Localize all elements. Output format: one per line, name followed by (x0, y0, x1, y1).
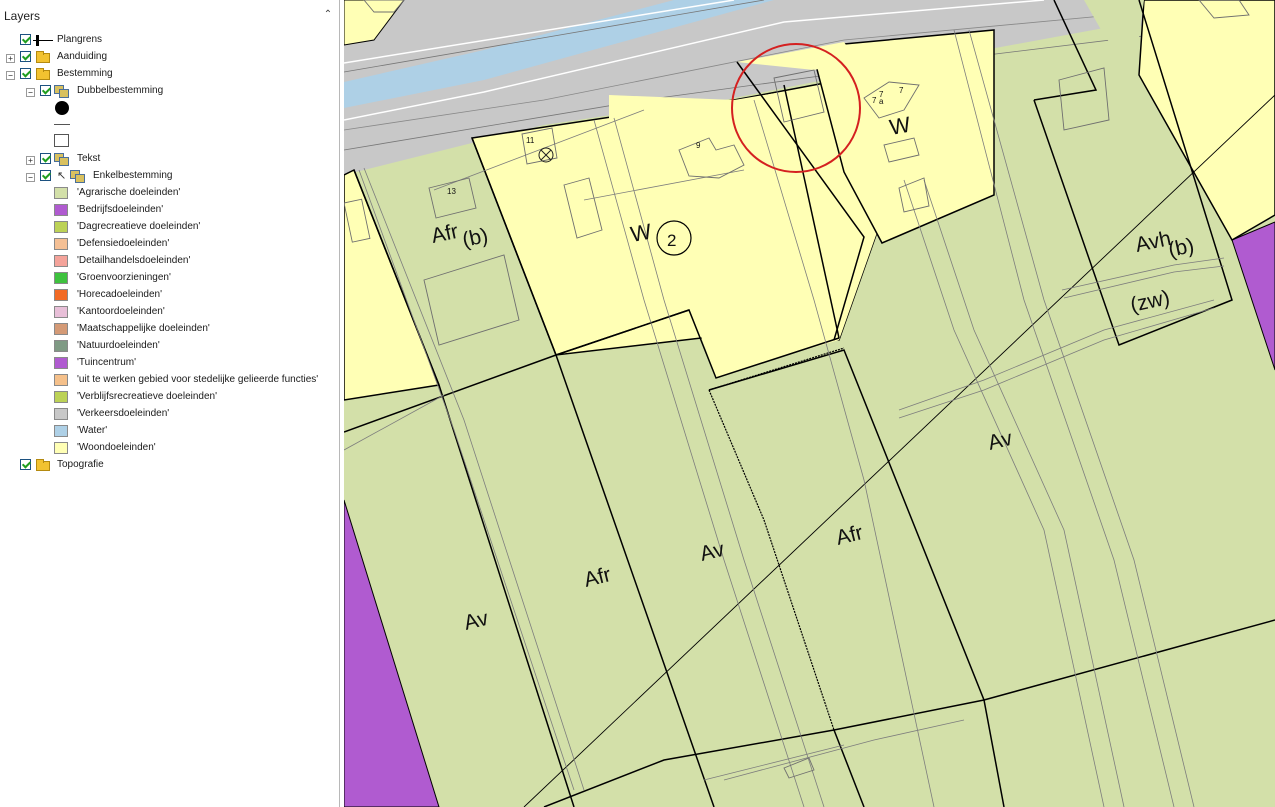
checkbox-aanduiding[interactable] (20, 51, 31, 62)
layer-label-enkelbestemming: Enkelbestemming (93, 170, 173, 181)
legend-item: 'Maatschappelijke doeleinden' (0, 321, 339, 338)
legend-label: 'Dagrecreatieve doeleinden' (77, 221, 201, 232)
panel-header: Layers ⌃ (0, 0, 339, 30)
layer-row-dubbelbestemming[interactable]: − Dubbelbestemming (0, 83, 339, 100)
legend-label: 'Kantoordoeleinden' (77, 306, 165, 317)
legend-swatch (54, 374, 68, 386)
legend-item: 'Tuincentrum' (0, 355, 339, 372)
legend-item: 'Detailhandelsdoeleinden' (0, 253, 339, 270)
legend-swatch (54, 425, 68, 437)
legend-swatch (54, 289, 68, 301)
legend-swatch (54, 221, 68, 233)
checkbox-plangrens[interactable] (20, 34, 31, 45)
legend-label: 'Bedrijfsdoeleinden' (77, 204, 164, 215)
legend-swatch (54, 306, 68, 318)
layers-panel: Layers ⌃ Plangrens + Aanduiding − Bestem… (0, 0, 340, 807)
layer-label-dubbelbestemming: Dubbelbestemming (77, 85, 164, 96)
legend-item: 'Dagrecreatieve doeleinden' (0, 219, 339, 236)
layer-label-bestemming: Bestemming (57, 68, 113, 79)
map-canvas[interactable]: W 2 W Afr (b) Avh (b) (zw) Av Av Av Afr … (344, 0, 1275, 807)
map-view[interactable]: W 2 W Afr (b) Avh (b) (zw) Av Av Av Afr … (344, 0, 1275, 807)
collapse-panel-icon[interactable]: ⌃ (322, 9, 334, 21)
checkbox-bestemming[interactable] (20, 68, 31, 79)
legend-swatch (54, 357, 68, 369)
legend-swatch (54, 323, 68, 335)
layer-row-topografie[interactable]: Topografie (0, 457, 339, 474)
legend-label: 'Defensiedoeleinden' (77, 238, 170, 249)
legend-item: 'Defensiedoeleinden' (0, 236, 339, 253)
layer-row-enkelbestemming[interactable]: − ↖ Enkelbestemming (0, 168, 339, 185)
legend-swatch (54, 238, 68, 250)
label-house-11: 11 (526, 136, 535, 145)
checkbox-enkelbestemming[interactable] (40, 170, 51, 181)
layer-label-tekst: Tekst (77, 153, 101, 164)
legend-symbol-empty-box (54, 134, 69, 147)
legend-label: 'Water' (77, 425, 108, 436)
legend-label: 'uit te werken gebied voor stedelijke ge… (77, 374, 319, 385)
legend-label: 'Maatschappelijke doeleinden' (77, 323, 210, 334)
legend-swatch (54, 272, 68, 284)
panel-title: Layers (4, 9, 41, 23)
layer-row-aanduiding[interactable]: + Aanduiding (0, 49, 339, 66)
selectable-cursor-icon: ↖ (57, 170, 67, 182)
layer-group-icon (54, 153, 69, 166)
legend-swatch (54, 442, 68, 454)
label-house-7a-3: a (879, 97, 884, 106)
layer-row-plangrens[interactable]: Plangrens (0, 32, 339, 49)
layer-group-icon (70, 170, 85, 183)
legend-label: 'Woondoeleinden' (77, 442, 156, 453)
legend-item: 'Agrarische doeleinden' (0, 185, 339, 202)
layer-label-plangrens: Plangrens (57, 34, 103, 45)
legend-item: 'Bedrijfsdoeleinden' (0, 202, 339, 219)
layer-label-aanduiding: Aanduiding (57, 51, 108, 62)
folder-icon (36, 459, 50, 471)
label-house-7a-2: 7 (872, 96, 877, 105)
legend-item: 'Woondoeleinden' (0, 440, 339, 457)
layer-group-icon (54, 85, 69, 98)
expand-icon[interactable]: + (6, 54, 15, 63)
legend-item: 'uit te werken gebied voor stedelijke ge… (0, 372, 339, 389)
checkbox-dubbelbestemming[interactable] (40, 85, 51, 96)
legend-item: 'Verblijfsrecreatieve doeleinden' (0, 389, 339, 406)
legend-label: 'Tuincentrum' (77, 357, 137, 368)
legend-swatch (54, 187, 68, 199)
expand-icon[interactable]: + (26, 156, 35, 165)
checkbox-topografie[interactable] (20, 459, 31, 470)
legend-swatch (54, 204, 68, 216)
checkbox-tekst[interactable] (40, 153, 51, 164)
legend-item: 'Kantoordoeleinden' (0, 304, 339, 321)
line-symbol-icon (33, 34, 53, 47)
legend-swatch (54, 391, 68, 403)
label-house-13: 13 (447, 187, 456, 196)
legend-item: 'Verkeersdoeleinden' (0, 406, 339, 423)
collapse-icon[interactable]: − (6, 71, 15, 80)
collapse-icon[interactable]: − (26, 173, 35, 182)
legend-label: 'Horecadoeleinden' (77, 289, 162, 300)
legend-swatch (54, 340, 68, 352)
layer-label-topografie: Topografie (57, 459, 104, 470)
label-circle-2: 2 (667, 231, 676, 250)
folder-icon (36, 68, 50, 80)
legend-label: 'Natuurdoeleinden' (77, 340, 160, 351)
layer-row-bestemming[interactable]: − Bestemming (0, 66, 339, 83)
legend-item: 'Water' (0, 423, 339, 440)
layer-row-tekst[interactable]: + Tekst (0, 151, 339, 168)
legend-item: 'Natuurdoeleinden' (0, 338, 339, 355)
label-house-7: 7 (899, 86, 904, 95)
legend-item: 'Horecadoeleinden' (0, 287, 339, 304)
legend-label: 'Groenvoorzieningen' (77, 272, 171, 283)
label-house-9: 9 (696, 141, 701, 150)
legend-symbol-filled-circle (55, 101, 69, 115)
legend-item: 'Groenvoorzieningen' (0, 270, 339, 287)
legend-swatch (54, 408, 68, 420)
legend-swatch (54, 255, 68, 267)
legend-label: 'Agrarische doeleinden' (77, 187, 181, 198)
folder-icon (36, 51, 50, 63)
legend-symbol-line (54, 124, 70, 125)
legend-label: 'Verblijfsrecreatieve doeleinden' (77, 391, 218, 402)
collapse-icon[interactable]: − (26, 88, 35, 97)
legend-label: 'Verkeersdoeleinden' (77, 408, 170, 419)
legend-label: 'Detailhandelsdoeleinden' (77, 255, 191, 266)
